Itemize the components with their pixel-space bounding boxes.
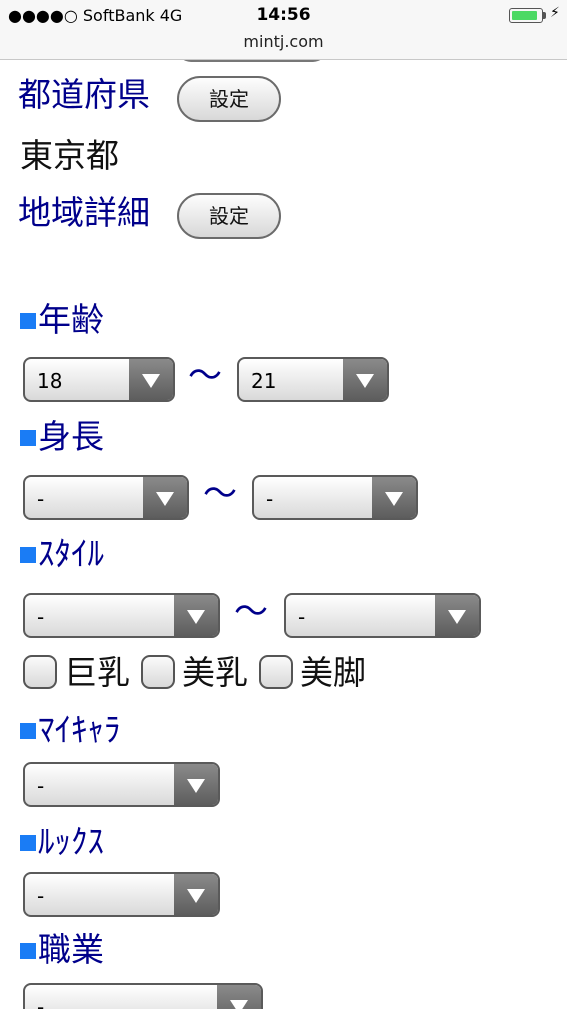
section-style-title: ｽﾀｲﾙ xyxy=(20,537,104,570)
section-looks-title: ﾙｯｸｽ xyxy=(20,825,104,858)
height-to-select[interactable]: - xyxy=(252,475,418,520)
height-to-value: - xyxy=(266,487,274,511)
height-from-value: - xyxy=(37,487,45,511)
section-mychara-title: ﾏｲｷｬﾗ xyxy=(20,713,121,746)
checkbox-big-bust[interactable] xyxy=(23,655,57,689)
section-marker-icon xyxy=(20,835,36,851)
section-marker-icon xyxy=(20,547,36,563)
range-separator: 〜 xyxy=(203,474,237,514)
chevron-down-icon xyxy=(435,595,479,636)
battery-icon xyxy=(509,8,543,23)
address-bar-url[interactable]: mintj.com xyxy=(0,32,567,51)
page-content: 都道府県 設定 東京都 地域詳細 設定 年齢 18 〜 21 身長 - 〜 - … xyxy=(0,60,567,1009)
job-select[interactable]: - xyxy=(23,983,263,1009)
mychara-value: - xyxy=(37,774,45,798)
section-marker-icon xyxy=(20,943,36,959)
chevron-down-icon xyxy=(174,764,218,805)
checkbox-nice-legs[interactable] xyxy=(259,655,293,689)
age-from-value: 18 xyxy=(37,369,63,393)
chevron-down-icon xyxy=(217,985,261,1009)
section-marker-icon xyxy=(20,313,36,329)
section-height-title: 身長 xyxy=(20,420,104,453)
checkbox-nice-legs-label: 美脚 xyxy=(300,653,366,692)
range-separator: 〜 xyxy=(188,356,222,396)
section-job-title: 職業 xyxy=(20,933,104,966)
chevron-down-icon xyxy=(343,359,387,400)
previous-button-edge[interactable] xyxy=(177,60,327,62)
section-marker-icon xyxy=(20,430,36,446)
prefecture-link[interactable]: 都道府県 xyxy=(18,78,150,111)
chevron-down-icon xyxy=(143,477,187,518)
status-time: 14:56 xyxy=(256,5,311,25)
style-to-value: - xyxy=(298,605,306,629)
mychara-select[interactable]: - xyxy=(23,762,220,807)
prefecture-value: 東京都 xyxy=(20,136,119,175)
job-value: - xyxy=(37,995,45,1009)
checkbox-big-bust-label: 巨乳 xyxy=(64,653,130,692)
style-from-value: - xyxy=(37,605,45,629)
status-bar: ●●●●○ SoftBank 4G 14:56 ⚡ mintj.com xyxy=(0,0,567,60)
section-age-title: 年齢 xyxy=(20,303,104,336)
age-to-value: 21 xyxy=(251,369,277,393)
section-marker-icon xyxy=(20,723,36,739)
style-to-select[interactable]: - xyxy=(284,593,481,638)
chevron-down-icon xyxy=(174,595,218,636)
checkbox-nice-bust[interactable] xyxy=(141,655,175,689)
region-detail-link[interactable]: 地域詳細 xyxy=(18,196,150,229)
battery-cap xyxy=(543,12,546,19)
region-set-button[interactable]: 設定 xyxy=(177,193,281,239)
height-from-select[interactable]: - xyxy=(23,475,189,520)
checkbox-nice-bust-label: 美乳 xyxy=(182,653,248,692)
chevron-down-icon xyxy=(372,477,416,518)
looks-value: - xyxy=(37,884,45,908)
chevron-down-icon xyxy=(174,874,218,915)
age-from-select[interactable]: 18 xyxy=(23,357,175,402)
range-separator: 〜 xyxy=(234,592,268,632)
charging-bolt-icon: ⚡ xyxy=(550,5,560,21)
age-to-select[interactable]: 21 xyxy=(237,357,389,402)
prefecture-set-button[interactable]: 設定 xyxy=(177,76,281,122)
chevron-down-icon xyxy=(129,359,173,400)
style-from-select[interactable]: - xyxy=(23,593,220,638)
looks-select[interactable]: - xyxy=(23,872,220,917)
